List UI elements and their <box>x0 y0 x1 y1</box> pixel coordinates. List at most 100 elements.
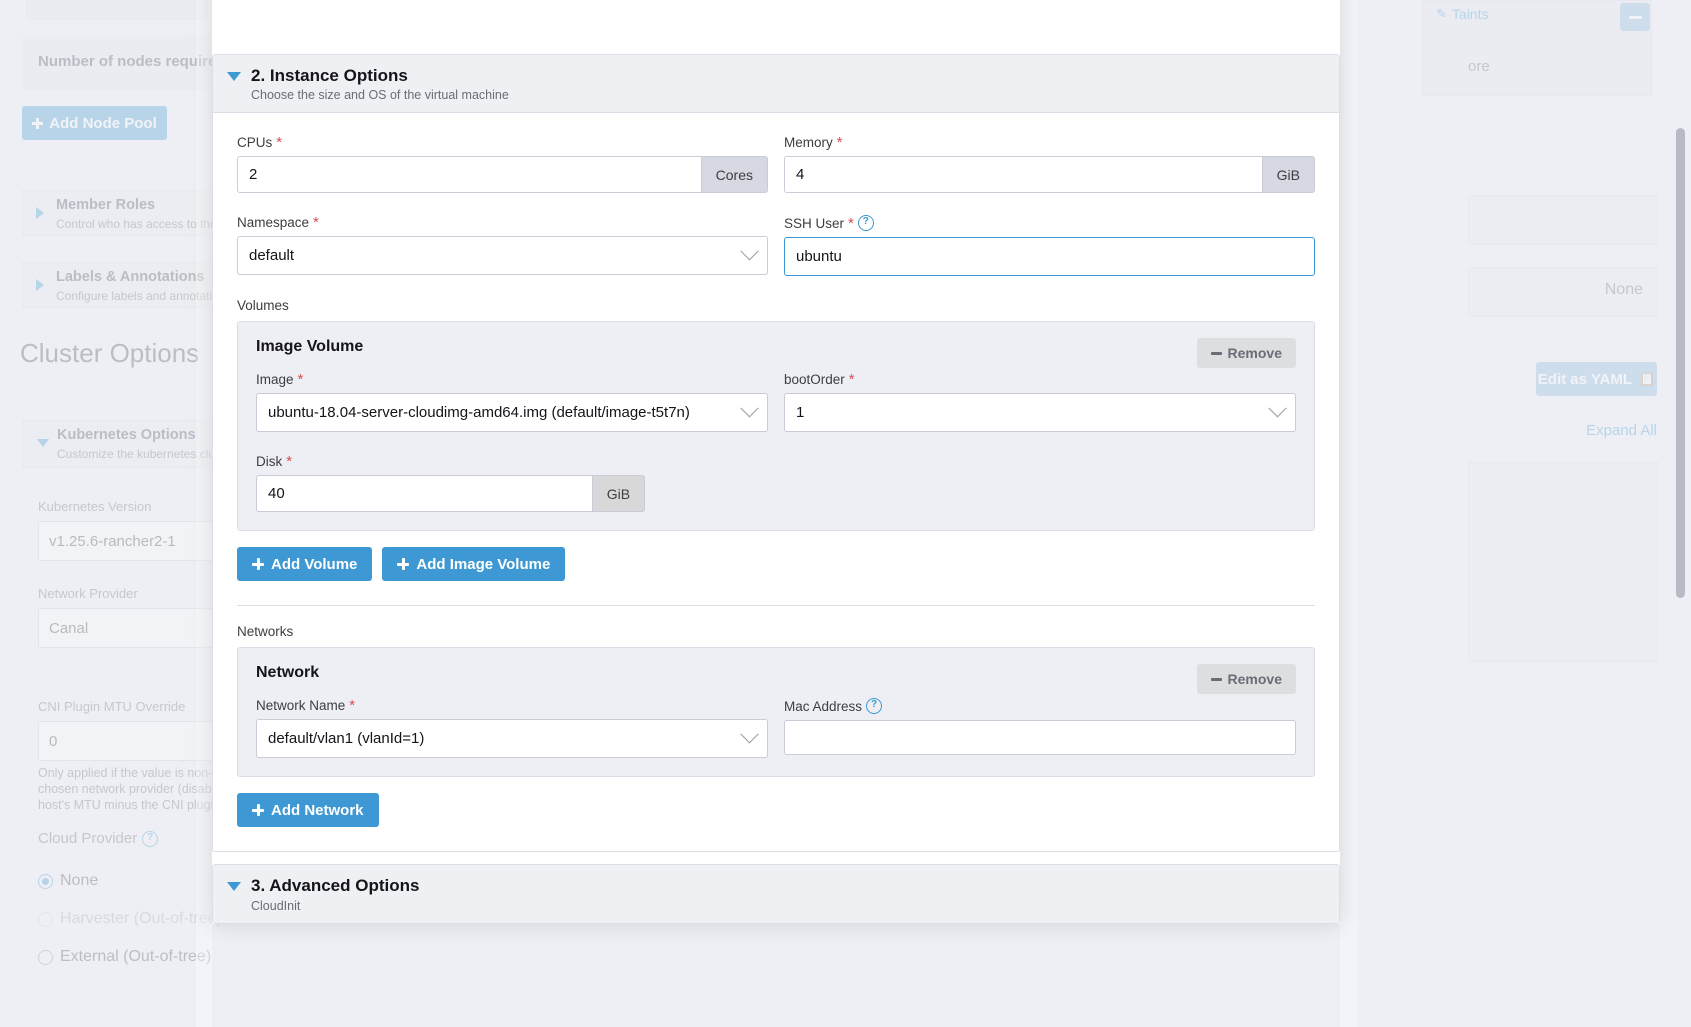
caret-down-icon[interactable] <box>227 72 241 81</box>
networks-section-label: Networks <box>237 624 1315 639</box>
field-ssh-user: SSH User * ? <box>784 215 1315 276</box>
boot-order-selected-value: 1 <box>796 404 804 421</box>
background-accordion-subtitle: Control who has access to the <box>56 217 217 231</box>
vertical-scrollbar-thumb[interactable] <box>1676 128 1685 598</box>
background-radio-cloud-provider-external[interactable]: External (Out-of-tree) <box>38 948 211 966</box>
copy-icon: 📋 <box>1639 371 1655 387</box>
help-icon[interactable]: ? <box>866 698 882 714</box>
instance-options-body: CPUs * Cores Memory * GiB <box>213 113 1339 851</box>
disk-input[interactable] <box>256 475 593 512</box>
ssh-user-input[interactable] <box>784 237 1315 276</box>
background-radio-label: None <box>60 872 98 890</box>
image-selected-value: ubuntu-18.04-server-cloudimg-amd64.img (… <box>268 404 690 421</box>
remove-volume-button[interactable]: Remove <box>1197 338 1296 368</box>
namespace-label: Namespace <box>237 215 309 230</box>
required-marker: * <box>849 372 855 387</box>
advanced-options-header[interactable]: 3. Advanced Options CloudInit <box>213 865 1339 922</box>
background-gap-right <box>1340 0 1358 1027</box>
wizard-dialog: 2. Instance Options Choose the size and … <box>212 0 1340 924</box>
background-field-label-cni-mtu: CNI Plugin MTU Override <box>38 699 185 714</box>
background-cloud-provider-label: Cloud Provider <box>38 830 137 847</box>
background-expand-all-link[interactable]: Expand All <box>1586 422 1657 439</box>
help-icon[interactable]: ? <box>142 831 158 847</box>
memory-input[interactable] <box>784 156 1263 193</box>
boot-order-select[interactable]: 1 <box>784 393 1296 432</box>
namespace-select[interactable]: default <box>237 236 768 275</box>
caret-down-icon[interactable] <box>227 882 241 891</box>
required-marker: * <box>848 216 854 231</box>
advanced-options-title: 3. Advanced Options <box>251 875 419 896</box>
cpus-label: CPUs <box>237 135 272 150</box>
instance-options-header[interactable]: 2. Instance Options Choose the size and … <box>213 55 1339 113</box>
volumes-section-label: Volumes <box>237 298 1315 313</box>
background-field-label-network-provider: Network Provider <box>38 586 138 601</box>
background-taints-label: Taints <box>1452 6 1489 22</box>
radio-unselected-icon <box>38 950 53 965</box>
caret-right-icon <box>36 279 44 291</box>
background-radio-cloud-provider-harvester[interactable]: Harvester (Out-of-tree) <box>38 910 222 928</box>
field-network-name: Network Name * default/vlan1 (vlanId=1) <box>256 698 768 758</box>
add-image-volume-button[interactable]: Add Image Volume <box>382 547 565 581</box>
background-kubernetes-options-subtitle: Customize the kubernetes clu <box>57 447 215 461</box>
memory-input-wrap: GiB <box>784 156 1315 193</box>
advanced-options-subtitle: CloudInit <box>251 899 419 913</box>
image-select[interactable]: ubuntu-18.04-server-cloudimg-amd64.img (… <box>256 393 768 432</box>
row-disk: Disk * GiB <box>256 454 1296 512</box>
field-memory: Memory * GiB <box>784 135 1315 193</box>
required-marker: * <box>349 698 355 713</box>
background-taints-link[interactable]: ✎ Taints <box>1436 6 1488 22</box>
section-instance-options: 2. Instance Options Choose the size and … <box>212 54 1340 852</box>
namespace-label-row: Namespace * <box>237 215 768 230</box>
cpus-input[interactable] <box>237 156 702 193</box>
field-mac-address: Mac Address ? <box>784 698 1296 758</box>
background-edit-as-yaml-button[interactable]: Edit as YAML 📋 <box>1536 362 1657 396</box>
add-volume-button[interactable]: Add Volume <box>237 547 372 581</box>
section-advanced-options: 3. Advanced Options CloudInit <box>212 864 1340 923</box>
background-accordion-subtitle: Configure labels and annotati <box>56 289 212 303</box>
background-radio-cloud-provider-none[interactable]: None <box>38 872 98 890</box>
ssh-user-label-row: SSH User * ? <box>784 215 1315 231</box>
background-field-label-k8s-version: Kubernetes Version <box>38 499 151 514</box>
network-name-label: Network Name <box>256 698 345 713</box>
network-name-label-row: Network Name * <box>256 698 768 713</box>
background-add-node-pool-button[interactable]: Add Node Pool <box>22 106 167 140</box>
required-marker: * <box>298 372 304 387</box>
background-mtu-hint-line-2: chosen network provider (disabl <box>38 781 214 797</box>
caret-down-icon <box>37 439 49 447</box>
add-network-label: Add Network <box>271 802 364 819</box>
ssh-user-label: SSH User <box>784 216 844 231</box>
background-field-box-none: None <box>1468 267 1658 317</box>
field-namespace: Namespace * default <box>237 215 768 276</box>
add-network-button[interactable]: Add Network <box>237 793 379 827</box>
vertical-scrollbar-track[interactable] <box>1679 0 1688 1027</box>
background-remove-node-pool-button[interactable] <box>1620 3 1650 31</box>
background-cloud-provider-label-row: Cloud Provider ? <box>38 830 158 847</box>
background-mtu-hint-line-1: Only applied if the value is non-z <box>38 765 219 781</box>
field-cpus: CPUs * Cores <box>237 135 768 193</box>
background-lower-card <box>1468 462 1658 662</box>
background-kubernetes-options-title: Kubernetes Options <box>57 427 196 443</box>
network-name-selected-value: default/vlan1 (vlanId=1) <box>268 730 424 747</box>
image-label-row: Image * <box>256 372 768 387</box>
row-cpus-memory: CPUs * Cores Memory * GiB <box>237 135 1315 193</box>
chevron-down-icon <box>1268 399 1286 417</box>
required-marker: * <box>837 135 843 150</box>
instance-options-title: 2. Instance Options <box>251 65 509 86</box>
background-accordion-title: Labels & Annotations <box>56 269 205 285</box>
required-marker: * <box>286 454 292 469</box>
radio-unselected-icon <box>38 912 53 927</box>
disk-unit-suffix: GiB <box>593 475 645 512</box>
memory-label: Memory <box>784 135 833 150</box>
help-icon[interactable]: ? <box>858 215 874 231</box>
remove-network-label: Remove <box>1228 671 1282 687</box>
remove-network-button[interactable]: Remove <box>1197 664 1296 694</box>
background-more-label: ore <box>1468 58 1490 75</box>
mac-address-input[interactable] <box>784 720 1296 755</box>
cpus-unit-suffix: Cores <box>702 156 768 193</box>
mac-address-label: Mac Address <box>784 699 862 714</box>
network-name-select[interactable]: default/vlan1 (vlanId=1) <box>256 719 768 758</box>
disk-label: Disk <box>256 454 282 469</box>
plus-icon <box>252 558 264 570</box>
background-right-column: ✎ Taints ore None Edit as YAML 📋 Expand … <box>1440 0 1691 1027</box>
add-image-volume-label: Add Image Volume <box>416 556 550 573</box>
